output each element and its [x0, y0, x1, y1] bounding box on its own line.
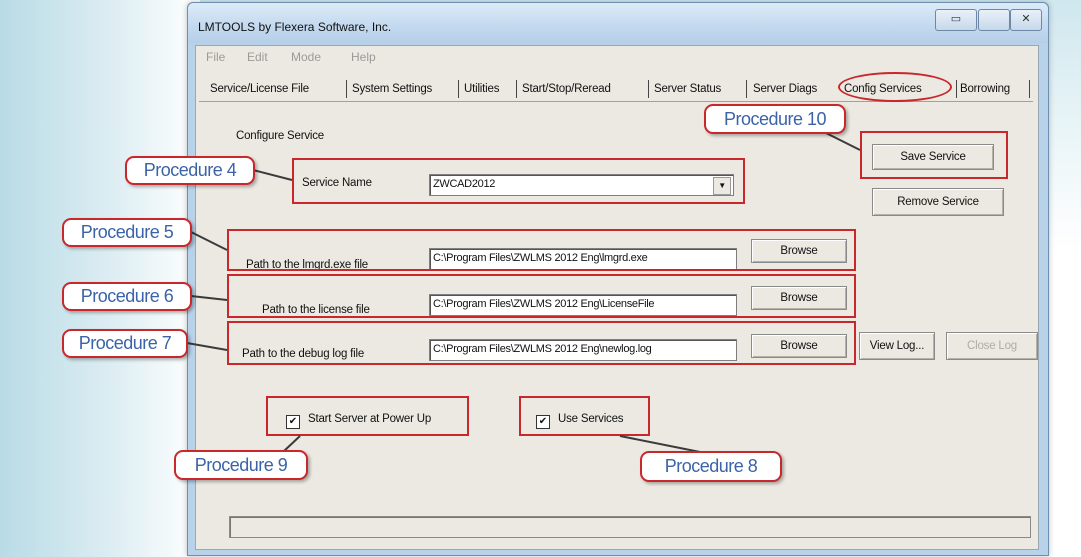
tab-divider [648, 80, 649, 98]
callout-procedure-8: Procedure 8 [640, 451, 782, 482]
highlight-license-path [227, 274, 856, 318]
callout-procedure-6: Procedure 6 [62, 282, 192, 311]
callout-procedure-10: Procedure 10 [704, 104, 846, 134]
highlight-save-service [860, 131, 1008, 179]
menu-edit[interactable]: Edit [247, 50, 268, 64]
tab-divider [746, 80, 747, 98]
tab-borrowing[interactable]: Borrowing [960, 79, 1010, 99]
tab-server-status[interactable]: Server Status [654, 79, 721, 99]
highlight-use-services [519, 396, 650, 436]
window-title: LMTOOLS by Flexera Software, Inc. [198, 20, 392, 34]
callout-procedure-5: Procedure 5 [62, 218, 192, 247]
menu-help[interactable]: Help [351, 50, 376, 64]
highlight-debug-log-path [227, 321, 856, 365]
tab-server-diags[interactable]: Server Diags [753, 79, 817, 99]
highlight-lmgrd-path [227, 229, 856, 271]
tab-divider [346, 80, 347, 98]
minimize-icon: ▭ [950, 13, 962, 25]
background-band [0, 0, 200, 557]
tab-divider [956, 80, 957, 98]
callout-procedure-4: Procedure 4 [125, 156, 255, 185]
status-bar [229, 516, 1031, 538]
close-log-button: Close Log [946, 332, 1038, 360]
tab-system-settings[interactable]: System Settings [352, 79, 432, 99]
tab-divider [516, 80, 517, 98]
remove-service-button[interactable]: Remove Service [872, 188, 1004, 216]
menu-bar: File Edit Mode Help [196, 46, 1038, 66]
tab-divider [458, 80, 459, 98]
tab-start-stop-reread[interactable]: Start/Stop/Reread [522, 79, 611, 99]
highlight-config-services-tab [838, 72, 952, 102]
title-bar[interactable]: LMTOOLS by Flexera Software, Inc. ▭ ✕ [188, 3, 1048, 43]
menu-mode[interactable]: Mode [291, 50, 321, 64]
minimize-button[interactable]: ▭ [935, 9, 977, 31]
tab-divider [1029, 80, 1030, 98]
callout-procedure-7: Procedure 7 [62, 329, 188, 358]
close-button[interactable]: ✕ [1010, 9, 1042, 31]
menu-file[interactable]: File [206, 50, 225, 64]
tab-utilities[interactable]: Utilities [464, 79, 499, 99]
view-log-button[interactable]: View Log... [859, 332, 935, 360]
configure-service-label: Configure Service [236, 130, 325, 142]
highlight-start-server [266, 396, 469, 436]
highlight-service-name [292, 158, 745, 204]
tab-service-license-file[interactable]: Service/License File [210, 79, 309, 99]
callout-procedure-9: Procedure 9 [174, 450, 308, 480]
close-icon: ✕ [1021, 13, 1031, 25]
maximize-button[interactable] [978, 9, 1010, 31]
